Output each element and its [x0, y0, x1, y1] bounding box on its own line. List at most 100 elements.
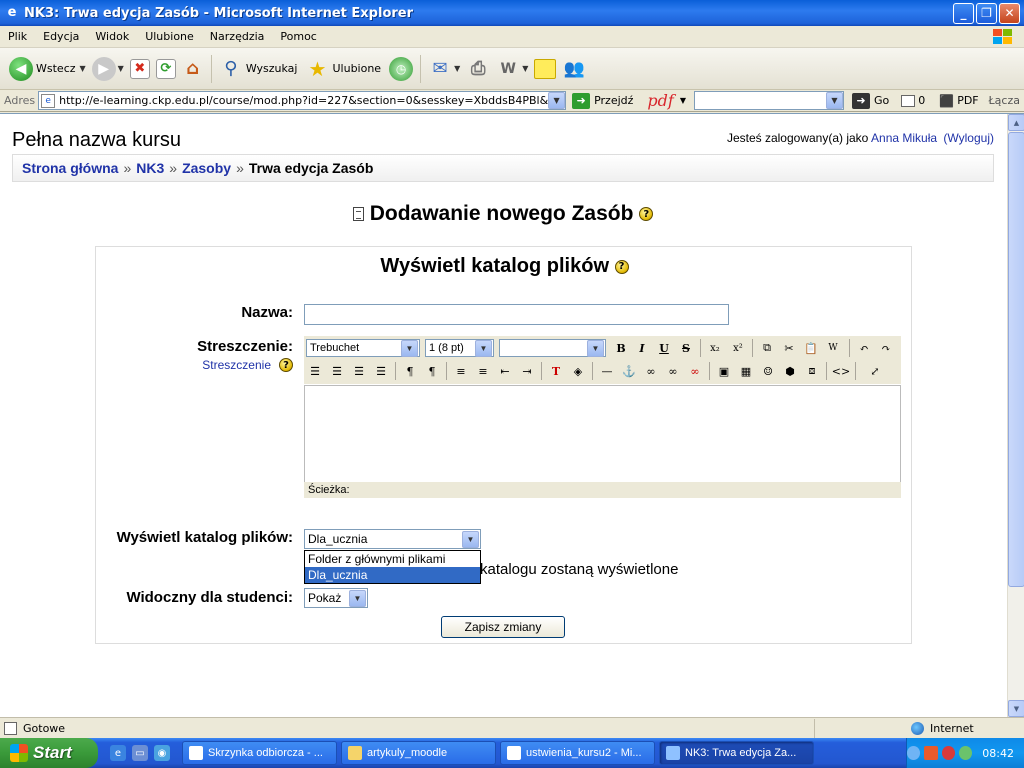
pdf-label[interactable]: PDF [957, 94, 978, 107]
history-button[interactable]: ◷ [386, 53, 416, 85]
messenger-button[interactable]: 👥 [559, 53, 589, 85]
format-select[interactable]: ▼ [499, 339, 606, 357]
chevron-down-icon[interactable]: ▼ [475, 339, 492, 357]
search-dropdown-button[interactable]: ▼ [825, 92, 843, 109]
paste-word-icon[interactable]: W [824, 339, 842, 357]
task-folder[interactable]: artykuly_moodle [341, 741, 496, 765]
pdf-logo[interactable]: pdf [647, 91, 673, 110]
horizontal-rule-icon[interactable]: — [598, 362, 616, 380]
html-source-icon[interactable]: <> [832, 362, 850, 380]
task-outlook[interactable]: Skrzynka odbiorcza - ... [182, 741, 337, 765]
bold-icon[interactable]: B [612, 339, 630, 357]
summary-editor-area[interactable] [304, 385, 901, 482]
pdf-icon[interactable]: ⬛ [939, 94, 954, 108]
toolbar-search-input[interactable]: ▼ [693, 91, 844, 110]
breadcrumb-home-link[interactable]: Strona główna [22, 160, 118, 176]
name-input[interactable] [304, 304, 729, 325]
help-icon[interactable]: ? [279, 358, 293, 372]
directory-option-main[interactable]: Folder z głównymi plikami [305, 551, 480, 567]
cut-icon[interactable]: ✂ [780, 339, 798, 357]
logout-link[interactable]: (Wyloguj) [943, 131, 994, 145]
home-button[interactable]: ⌂ [179, 53, 207, 85]
scrollbar-thumb[interactable] [1008, 132, 1024, 587]
undo-icon[interactable]: ↶ [855, 339, 873, 357]
task-ie[interactable]: NK3: Trwa edycja Za... [659, 741, 814, 765]
visible-select[interactable]: Pokaż ▼ [304, 588, 368, 608]
insert-image-icon[interactable]: ▣ [715, 362, 733, 380]
copy-icon[interactable]: ⧉ [758, 339, 776, 357]
special-char-icon[interactable]: ⬢ [781, 362, 799, 380]
summary-help-link[interactable]: Streszczenie [202, 358, 271, 372]
tray-security-icon[interactable] [924, 746, 938, 760]
go2-label[interactable]: Go [874, 94, 889, 107]
paste-icon[interactable]: 📋 [802, 339, 820, 357]
chevron-down-icon[interactable]: ▼ [118, 64, 124, 73]
directory-select[interactable]: Dla_ucznia ▼ [304, 529, 481, 549]
chevron-down-icon[interactable]: ▼ [522, 64, 528, 73]
forward-button[interactable]: ▶ ▼ [89, 53, 127, 85]
save-button[interactable]: Zapisz zmiany [441, 616, 565, 638]
user-name-link[interactable]: Anna Mikuła [871, 131, 937, 145]
address-input[interactable]: e http://e-learning.ckp.edu.pl/course/mo… [38, 91, 567, 110]
menu-tools[interactable]: Narzędzia [202, 30, 273, 43]
menu-help[interactable]: Pomoc [272, 30, 324, 43]
chevron-down-icon[interactable]: ▼ [587, 339, 604, 357]
align-right-icon[interactable]: ☰ [350, 362, 368, 380]
insert-table-icon[interactable]: ▦ [737, 362, 755, 380]
scroll-up-button[interactable]: ▲ [1008, 114, 1024, 131]
chevron-down-icon[interactable]: ▼ [462, 530, 479, 548]
smiley-icon[interactable]: ☺ [759, 362, 777, 380]
menu-edit[interactable]: Edycja [35, 30, 87, 43]
strikethrough-icon[interactable]: S [677, 339, 695, 357]
chevron-down-icon[interactable]: ▼ [401, 339, 418, 357]
media-quicklaunch-icon[interactable]: ◉ [154, 745, 170, 761]
menu-file[interactable]: Plik [0, 30, 35, 43]
minimize-button[interactable]: _ [953, 2, 974, 24]
tray-shield-icon[interactable] [941, 746, 955, 760]
underline-icon[interactable]: U [655, 339, 673, 357]
background-color-icon[interactable]: ◈ [569, 362, 587, 380]
stop-button[interactable]: ✖ [127, 53, 153, 85]
align-left-icon[interactable]: ☰ [306, 362, 324, 380]
menu-view[interactable]: Widok [87, 30, 137, 43]
desktop-quicklaunch-icon[interactable]: ▭ [132, 745, 148, 761]
close-button[interactable]: ✕ [999, 2, 1020, 24]
justify-icon[interactable]: ☰ [372, 362, 390, 380]
ordered-list-icon[interactable]: ≡ [452, 362, 470, 380]
search-replace-icon[interactable]: ⧈ [803, 362, 821, 380]
fullscreen-icon[interactable]: ⤢ [866, 362, 884, 380]
subscript-icon[interactable]: x₂ [706, 339, 724, 357]
edit-button[interactable]: W ▼ [493, 53, 531, 85]
unordered-list-icon[interactable]: ≡ [474, 362, 492, 380]
print-button[interactable]: ⎙ [463, 53, 493, 85]
back-button[interactable]: ◀ Wstecz ▼ [6, 53, 89, 85]
font-family-select[interactable]: Trebuchet ▼ [306, 339, 420, 357]
chevron-down-icon[interactable]: ▼ [349, 589, 366, 607]
unlink-icon[interactable]: ∞ [664, 362, 682, 380]
nolink-icon[interactable]: ∞ [686, 362, 704, 380]
redo-icon[interactable]: ↷ [877, 339, 895, 357]
italic-icon[interactable]: I [633, 339, 651, 357]
link-icon[interactable]: ∞ [642, 362, 660, 380]
rtl-icon[interactable]: ¶ [423, 362, 441, 380]
links-label[interactable]: Łącza [989, 94, 1021, 107]
popup-blocker-icon[interactable] [901, 94, 916, 107]
refresh-button[interactable]: ⟳ [153, 53, 179, 85]
chevron-down-icon[interactable]: ▼ [680, 96, 686, 105]
chevron-down-icon[interactable]: ▼ [454, 64, 460, 73]
directory-option-student[interactable]: Dla_ucznia [305, 567, 480, 583]
help-icon[interactable]: ? [614, 259, 629, 274]
tray-arrow-icon[interactable] [906, 746, 921, 760]
ltr-icon[interactable]: ¶ [401, 362, 419, 380]
indent-icon[interactable]: ⇥ [518, 362, 536, 380]
outdent-icon[interactable]: ⇤ [496, 362, 514, 380]
vertical-scrollbar[interactable]: ▲ ▼ [1007, 114, 1024, 717]
anchor-icon[interactable]: ⚓ [620, 362, 638, 380]
scroll-down-button[interactable]: ▼ [1008, 700, 1024, 717]
tray-network-icon[interactable] [958, 746, 973, 760]
breadcrumb-resources-link[interactable]: Zasoby [182, 160, 231, 176]
menu-favorites[interactable]: Ulubione [137, 30, 202, 43]
note-button[interactable] [531, 53, 559, 85]
breadcrumb-course-link[interactable]: NK3 [136, 160, 164, 176]
ie-quicklaunch-icon[interactable]: e [110, 745, 126, 761]
